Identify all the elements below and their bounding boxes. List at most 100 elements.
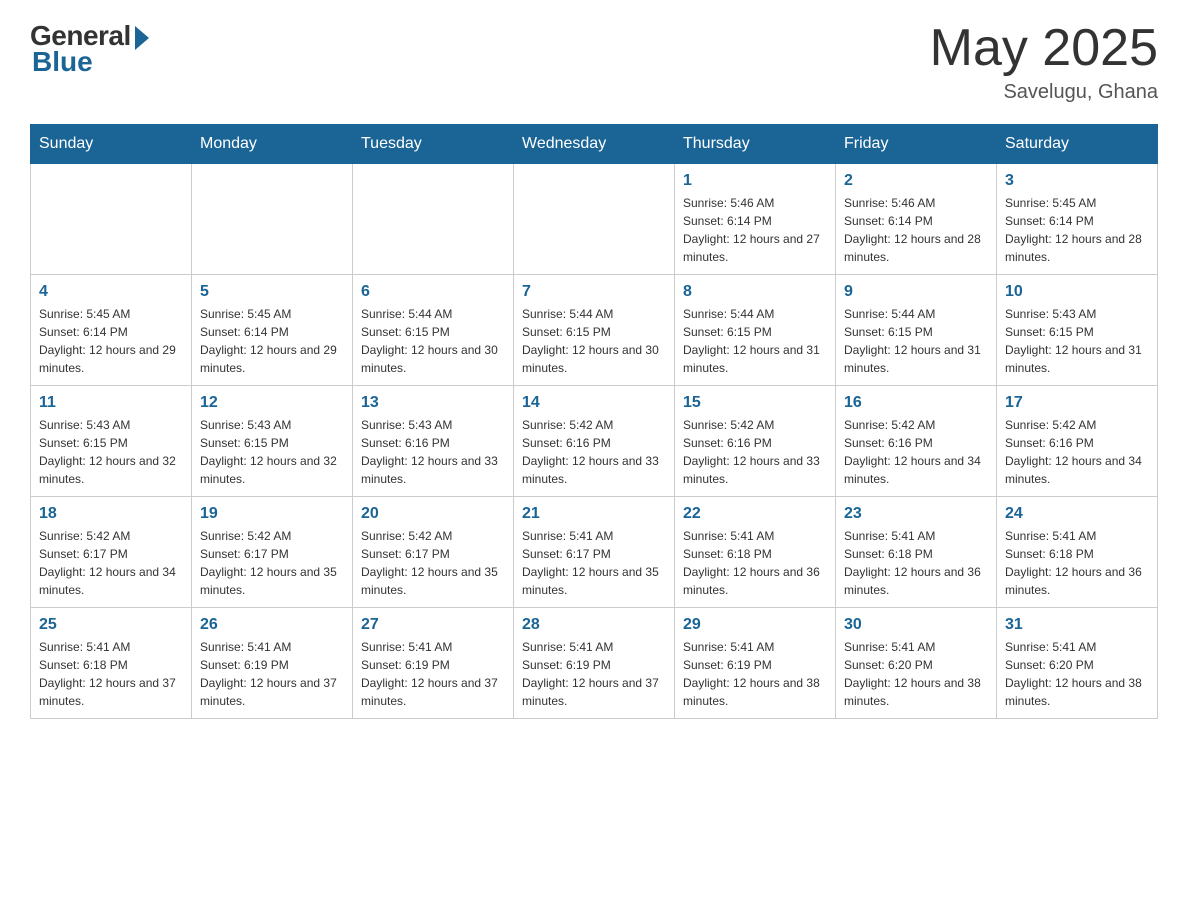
day-info-text: Sunrise: 5:41 AMSunset: 6:18 PMDaylight:… [683, 527, 827, 599]
calendar-cell: 20 Sunrise: 5:42 AMSunset: 6:17 PMDayligh… [353, 497, 514, 608]
day-info-text: Sunrise: 5:44 AMSunset: 6:15 PMDaylight:… [683, 305, 827, 377]
calendar-cell: 21 Sunrise: 5:41 AMSunset: 6:17 PMDayligh… [514, 497, 675, 608]
day-number: 11 [39, 394, 183, 412]
calendar-cell: 7 Sunrise: 5:44 AMSunset: 6:15 PMDaylight… [514, 275, 675, 386]
day-number: 20 [361, 505, 505, 523]
day-header-saturday: Saturday [997, 125, 1158, 164]
calendar-cell [514, 164, 675, 275]
calendar-cell: 30 Sunrise: 5:41 AMSunset: 6:20 PMDayligh… [836, 608, 997, 719]
calendar-week-row: 25 Sunrise: 5:41 AMSunset: 6:18 PMDayligh… [31, 608, 1158, 719]
calendar-cell: 11Sunrise: 5:43 AMSunset: 6:15 PMDayligh… [31, 386, 192, 497]
day-number: 8 [683, 283, 827, 301]
location-subtitle: Savelugu, Ghana [930, 81, 1158, 104]
day-info-text: Sunrise: 5:41 AMSunset: 6:19 PMDaylight:… [200, 638, 344, 710]
day-info-text: Sunrise: 5:44 AMSunset: 6:15 PMDaylight:… [522, 305, 666, 377]
day-number: 26 [200, 616, 344, 634]
calendar-cell: 23 Sunrise: 5:41 AMSunset: 6:18 PMDayligh… [836, 497, 997, 608]
calendar-cell: 4 Sunrise: 5:45 AMSunset: 6:14 PMDaylight… [31, 275, 192, 386]
day-number: 30 [844, 616, 988, 634]
day-info-text: Sunrise: 5:45 AMSunset: 6:14 PMDaylight:… [39, 305, 183, 377]
logo: General Blue [30, 20, 149, 78]
day-info-text: Sunrise: 5:42 AMSunset: 6:17 PMDaylight:… [200, 527, 344, 599]
calendar-cell: 16 Sunrise: 5:42 AMSunset: 6:16 PMDayligh… [836, 386, 997, 497]
day-header-friday: Friday [836, 125, 997, 164]
day-number: 9 [844, 283, 988, 301]
day-number: 15 [683, 394, 827, 412]
calendar-table: SundayMondayTuesdayWednesdayThursdayFrid… [30, 124, 1158, 719]
day-number: 17 [1005, 394, 1149, 412]
day-info-text: Sunrise: 5:45 AMSunset: 6:14 PMDaylight:… [200, 305, 344, 377]
day-number: 16 [844, 394, 988, 412]
day-info-text: Sunrise: 5:42 AMSunset: 6:16 PMDaylight:… [844, 416, 988, 488]
day-info-text: Sunrise: 5:43 AMSunset: 6:15 PMDaylight:… [1005, 305, 1149, 377]
day-number: 21 [522, 505, 666, 523]
calendar-cell: 19 Sunrise: 5:42 AMSunset: 6:17 PMDayligh… [192, 497, 353, 608]
day-number: 28 [522, 616, 666, 634]
page-header: General Blue May 2025 Savelugu, Ghana [30, 20, 1158, 104]
calendar-week-row: 4 Sunrise: 5:45 AMSunset: 6:14 PMDaylight… [31, 275, 1158, 386]
day-number: 25 [39, 616, 183, 634]
calendar-cell: 6 Sunrise: 5:44 AMSunset: 6:15 PMDaylight… [353, 275, 514, 386]
day-info-text: Sunrise: 5:41 AMSunset: 6:18 PMDaylight:… [39, 638, 183, 710]
day-info-text: Sunrise: 5:42 AMSunset: 6:17 PMDaylight:… [361, 527, 505, 599]
day-number: 19 [200, 505, 344, 523]
day-info-text: Sunrise: 5:41 AMSunset: 6:19 PMDaylight:… [522, 638, 666, 710]
day-number: 2 [844, 172, 988, 190]
day-header-wednesday: Wednesday [514, 125, 675, 164]
calendar-cell: 31 Sunrise: 5:41 AMSunset: 6:20 PMDayligh… [997, 608, 1158, 719]
day-number: 31 [1005, 616, 1149, 634]
day-info-text: Sunrise: 5:42 AMSunset: 6:16 PMDaylight:… [683, 416, 827, 488]
calendar-week-row: 11Sunrise: 5:43 AMSunset: 6:15 PMDayligh… [31, 386, 1158, 497]
day-info-text: Sunrise: 5:45 AMSunset: 6:14 PMDaylight:… [1005, 194, 1149, 266]
day-number: 1 [683, 172, 827, 190]
calendar-cell: 29Sunrise: 5:41 AMSunset: 6:19 PMDayligh… [675, 608, 836, 719]
day-info-text: Sunrise: 5:41 AMSunset: 6:17 PMDaylight:… [522, 527, 666, 599]
calendar-cell: 25 Sunrise: 5:41 AMSunset: 6:18 PMDayligh… [31, 608, 192, 719]
calendar-cell: 1Sunrise: 5:46 AMSunset: 6:14 PMDaylight… [675, 164, 836, 275]
logo-blue-text: Blue [32, 46, 93, 78]
day-info-text: Sunrise: 5:41 AMSunset: 6:18 PMDaylight:… [1005, 527, 1149, 599]
calendar-cell: 2Sunrise: 5:46 AMSunset: 6:14 PMDaylight… [836, 164, 997, 275]
day-number: 27 [361, 616, 505, 634]
day-info-text: Sunrise: 5:43 AMSunset: 6:16 PMDaylight:… [361, 416, 505, 488]
calendar-cell [31, 164, 192, 275]
logo-arrow-icon [135, 26, 149, 50]
day-info-text: Sunrise: 5:42 AMSunset: 6:16 PMDaylight:… [1005, 416, 1149, 488]
day-number: 3 [1005, 172, 1149, 190]
calendar-week-row: 18 Sunrise: 5:42 AMSunset: 6:17 PMDayligh… [31, 497, 1158, 608]
calendar-cell: 3 Sunrise: 5:45 AMSunset: 6:14 PMDaylight… [997, 164, 1158, 275]
day-info-text: Sunrise: 5:41 AMSunset: 6:20 PMDaylight:… [1005, 638, 1149, 710]
calendar-cell: 18 Sunrise: 5:42 AMSunset: 6:17 PMDayligh… [31, 497, 192, 608]
day-info-text: Sunrise: 5:41 AMSunset: 6:20 PMDaylight:… [844, 638, 988, 710]
day-info-text: Sunrise: 5:44 AMSunset: 6:15 PMDaylight:… [361, 305, 505, 377]
day-info-text: Sunrise: 5:42 AMSunset: 6:16 PMDaylight:… [522, 416, 666, 488]
day-info-text: Sunrise: 5:41 AMSunset: 6:18 PMDaylight:… [844, 527, 988, 599]
day-number: 10 [1005, 283, 1149, 301]
calendar-cell: 17 Sunrise: 5:42 AMSunset: 6:16 PMDayligh… [997, 386, 1158, 497]
day-info-text: Sunrise: 5:42 AMSunset: 6:17 PMDaylight:… [39, 527, 183, 599]
calendar-cell: 14 Sunrise: 5:42 AMSunset: 6:16 PMDayligh… [514, 386, 675, 497]
day-number: 13 [361, 394, 505, 412]
day-header-thursday: Thursday [675, 125, 836, 164]
day-number: 14 [522, 394, 666, 412]
calendar-cell: 5Sunrise: 5:45 AMSunset: 6:14 PMDaylight… [192, 275, 353, 386]
calendar-cell: 9 Sunrise: 5:44 AMSunset: 6:15 PMDaylight… [836, 275, 997, 386]
calendar-cell: 26 Sunrise: 5:41 AMSunset: 6:19 PMDayligh… [192, 608, 353, 719]
title-section: May 2025 Savelugu, Ghana [930, 20, 1158, 104]
day-number: 22 [683, 505, 827, 523]
calendar-cell: 13 Sunrise: 5:43 AMSunset: 6:16 PMDayligh… [353, 386, 514, 497]
day-header-monday: Monday [192, 125, 353, 164]
day-number: 6 [361, 283, 505, 301]
calendar-cell: 12Sunrise: 5:43 AMSunset: 6:15 PMDayligh… [192, 386, 353, 497]
day-number: 23 [844, 505, 988, 523]
calendar-cell: 8 Sunrise: 5:44 AMSunset: 6:15 PMDaylight… [675, 275, 836, 386]
day-info-text: Sunrise: 5:44 AMSunset: 6:15 PMDaylight:… [844, 305, 988, 377]
calendar-cell [192, 164, 353, 275]
day-number: 7 [522, 283, 666, 301]
calendar-cell: 22 Sunrise: 5:41 AMSunset: 6:18 PMDayligh… [675, 497, 836, 608]
day-number: 12 [200, 394, 344, 412]
calendar-cell: 15 Sunrise: 5:42 AMSunset: 6:16 PMDayligh… [675, 386, 836, 497]
day-number: 4 [39, 283, 183, 301]
calendar-cell: 27Sunrise: 5:41 AMSunset: 6:19 PMDayligh… [353, 608, 514, 719]
day-number: 18 [39, 505, 183, 523]
